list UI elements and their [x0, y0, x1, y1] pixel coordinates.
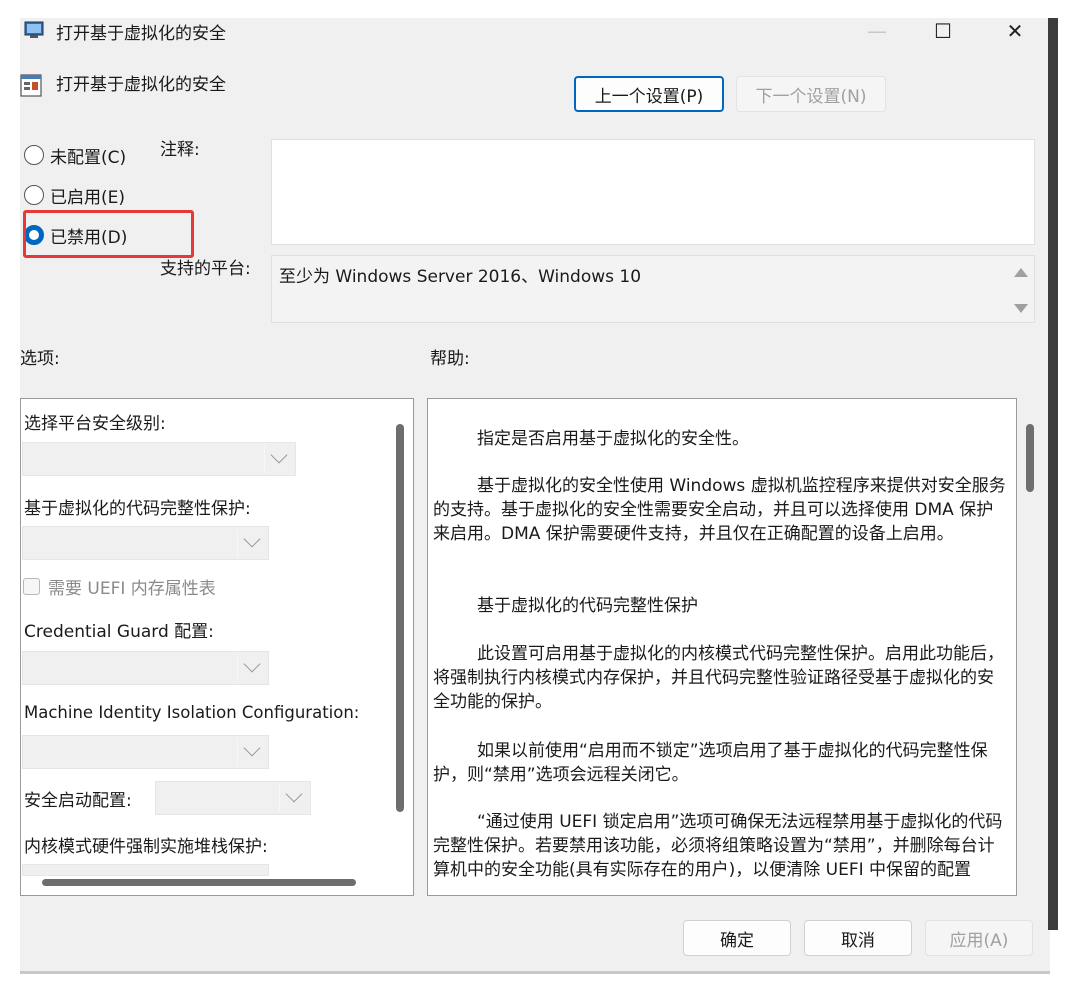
platform-security-level-select[interactable] — [22, 442, 296, 476]
help-paragraph: 如果以前使用“启用而不锁定”选项启用了基于虚拟化的代码完整性保护，则“禁用”选项… — [433, 741, 988, 785]
help-paragraph: 基于虚拟化的安全性使用 Windows 虚拟机监控程序来提供对安全服务的支持。基… — [433, 476, 1006, 544]
comment-label: 注释: — [160, 140, 200, 160]
help-paragraph: “通过使用 UEFI 锁定启用”选项可确保无法远程禁用基于虚拟化的代码完整性保护… — [433, 812, 1003, 880]
credential-guard-label: Credential Guard 配置: — [24, 622, 214, 642]
machine-identity-label: Machine Identity Isolation Configuration… — [24, 703, 360, 722]
help-paragraph: 指定是否启用基于虚拟化的安全性。 — [477, 429, 749, 449]
close-button[interactable]: ✕ — [998, 18, 1032, 44]
cancel-button[interactable]: 取消 — [804, 920, 912, 956]
help-paragraph-clip: “通过使用 UEFI 锁定启用”选项可确保无法远程禁用基于虚拟化的代码完整性保护… — [427, 804, 1017, 894]
help-heading: 帮助: — [430, 349, 470, 369]
chevron-down-icon — [285, 785, 303, 803]
policy-setting-icon — [20, 74, 42, 97]
scroll-up-arrow-icon[interactable] — [1014, 268, 1028, 277]
kernel-stack-protection-label: 内核模式硬件强制实施堆栈保护: — [24, 837, 268, 857]
uefi-memory-label: 需要 UEFI 内存属性表 — [48, 579, 216, 599]
supported-platform-box: 至少为 Windows Server 2016、Windows 10 — [271, 255, 1035, 323]
code-integrity-label: 基于虚拟化的代码完整性保护: — [24, 499, 251, 519]
help-paragraph: 基于虚拟化的代码完整性保护 — [477, 596, 698, 616]
options-horizontal-scrollbar[interactable] — [42, 879, 356, 886]
comment-textarea[interactable] — [271, 139, 1035, 245]
help-vertical-scrollbar[interactable] — [1026, 424, 1034, 492]
minimize-button[interactable]: — — [860, 18, 894, 44]
secure-launch-label: 安全启动配置: — [24, 791, 132, 811]
maximize-button[interactable]: ☐ — [926, 18, 960, 44]
radio-not-configured-label[interactable]: 未配置(C) — [50, 143, 126, 168]
window-shadow-edge — [1048, 18, 1058, 930]
highlight-box — [23, 210, 194, 258]
credential-guard-select[interactable] — [22, 651, 269, 685]
platform-security-level-label: 选择平台安全级别: — [24, 414, 166, 434]
chevron-down-icon — [270, 446, 288, 464]
setting-header-title: 打开基于虚拟化的安全 — [56, 75, 226, 95]
ok-button[interactable]: 确定 — [683, 920, 791, 956]
scroll-down-arrow-icon[interactable] — [1014, 304, 1028, 313]
apply-button[interactable]: 应用(A) — [925, 920, 1033, 956]
kernel-stack-protection-select[interactable] — [22, 864, 269, 876]
options-vertical-scrollbar[interactable] — [396, 424, 404, 812]
previous-setting-button[interactable]: 上一个设置(P) — [574, 76, 724, 112]
chevron-down-icon — [243, 739, 261, 757]
window-title: 打开基于虚拟化的安全 — [56, 24, 226, 44]
help-paragraph: 此设置可启用基于虚拟化的内核模式代码完整性保护。启用此功能后，将强制执行内核模式… — [433, 644, 1004, 712]
radio-not-configured[interactable] — [24, 145, 44, 165]
secure-launch-select[interactable] — [155, 781, 311, 815]
options-heading: 选项: — [20, 349, 60, 369]
window-bottom-edge — [20, 971, 1050, 974]
supported-platform-value: 至少为 Windows Server 2016、Windows 10 — [279, 267, 642, 287]
uefi-memory-checkbox[interactable] — [23, 578, 40, 595]
next-setting-button[interactable]: 下一个设置(N) — [736, 76, 886, 112]
radio-enabled[interactable] — [24, 185, 44, 205]
code-integrity-select[interactable] — [22, 526, 269, 560]
policy-icon — [24, 21, 44, 38]
machine-identity-select[interactable] — [22, 735, 269, 769]
radio-enabled-label[interactable]: 已启用(E) — [50, 183, 125, 208]
chevron-down-icon — [243, 530, 261, 548]
chevron-down-icon — [243, 655, 261, 673]
